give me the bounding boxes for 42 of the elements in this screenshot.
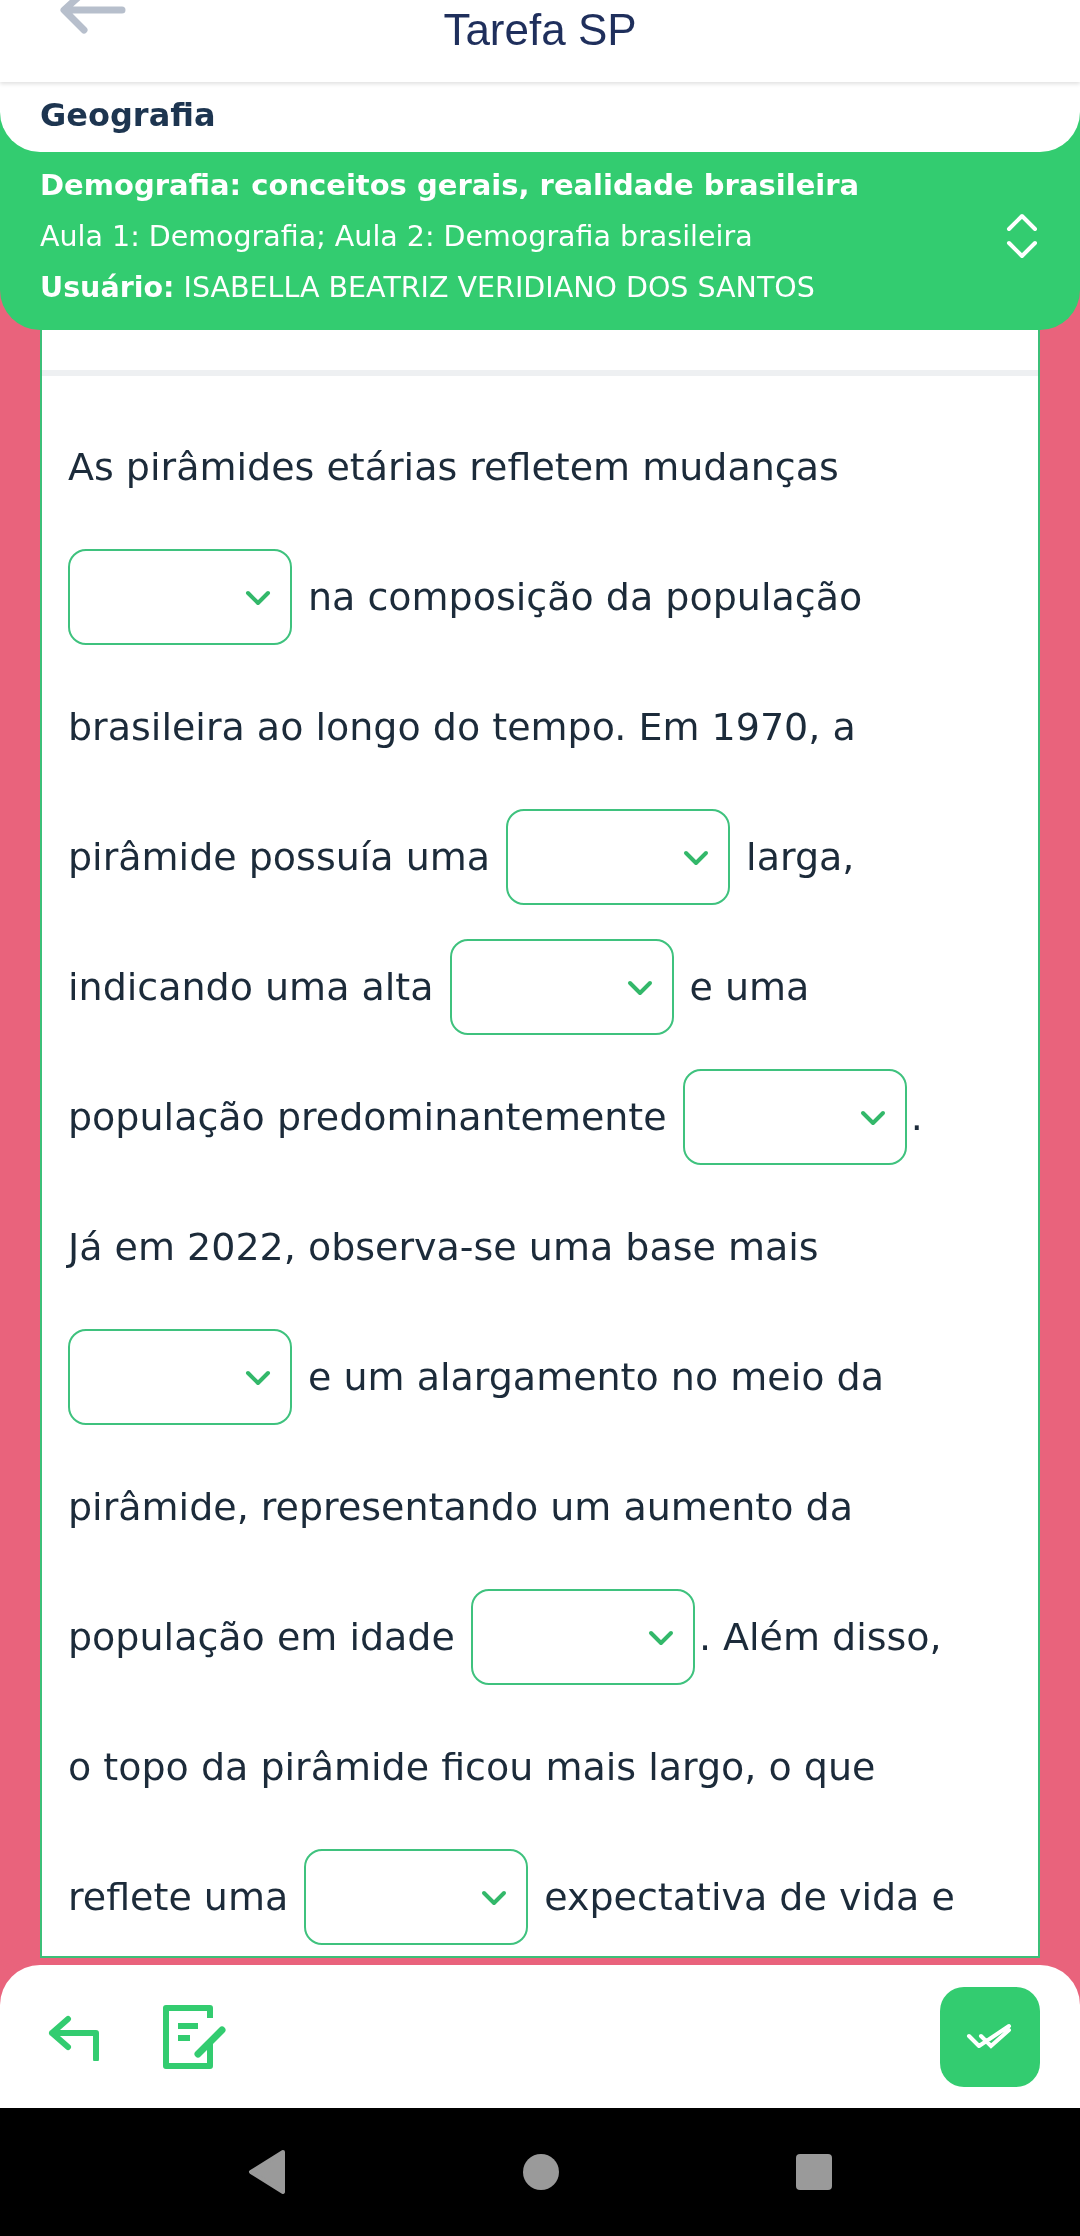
question-text: na composição da população: [308, 575, 863, 619]
chevron-down-icon: [625, 979, 654, 997]
dropdown-field[interactable]: [68, 549, 292, 645]
question-text: As pirâmides etárias refletem mudanças: [68, 445, 839, 489]
chevron-down-icon: [646, 1629, 675, 1647]
topic-title: Demografia: conceitos gerais, realidade brasileira: [40, 168, 861, 202]
question-text: brasileira ao longo do tempo. Em 1970, a: [68, 705, 856, 749]
question-text: . Além disso,: [698, 1615, 942, 1659]
expand-collapse-icon[interactable]: [1004, 211, 1040, 261]
dropdown-field[interactable]: [68, 1329, 292, 1425]
dropdown-field[interactable]: [470, 1589, 695, 1685]
chevron-down-icon: [244, 589, 272, 607]
question-text: pirâmide, representando um aumento da: [68, 1485, 853, 1529]
dropdown-field[interactable]: [304, 1849, 529, 1945]
edit-note-icon[interactable]: [162, 2003, 228, 2070]
question-text: larga,: [746, 835, 855, 879]
nav-home-icon[interactable]: [522, 2153, 560, 2191]
subject-title: Geografia: [40, 96, 217, 134]
dropdown-field[interactable]: [506, 809, 731, 905]
chevron-down-icon: [858, 1109, 887, 1127]
dropdown-field[interactable]: [449, 939, 674, 1035]
question-text: população em idade: [68, 1615, 455, 1659]
question-text: expectativa de vida e: [544, 1875, 955, 1919]
user-text: Usuário: ISABELLA BEATRIZ VERIDIANO DOS SANTOS: [40, 271, 816, 304]
question-text: e uma: [689, 965, 810, 1009]
question-text: pirâmide possuía uma: [68, 835, 491, 879]
chevron-down-icon: [682, 849, 711, 867]
chevron-down-icon: [480, 1889, 509, 1907]
submit-button[interactable]: [940, 1986, 1040, 2087]
question-text: o topo da pirâmide ficou mais largo, o que: [68, 1745, 876, 1789]
dropdown-field[interactable]: [682, 1069, 907, 1165]
question-text: indicando uma alta: [68, 965, 434, 1009]
question-text: reflete uma: [68, 1875, 289, 1919]
question-text: população predominantemente: [68, 1095, 667, 1139]
lessons-text: Aula 1: Demografia; Aula 2: Demografia brasileira: [40, 220, 754, 253]
question-text: Já em 2022, observa-se uma base mais: [68, 1225, 819, 1269]
nav-back-icon[interactable]: [247, 2149, 288, 2195]
page-title: Tarefa SP: [443, 4, 637, 56]
question-text: e um alargamento no meio da: [308, 1355, 884, 1399]
chevron-down-icon: [244, 1369, 272, 1387]
nav-recents-icon[interactable]: [794, 2153, 833, 2191]
question-text: .: [910, 1095, 923, 1139]
